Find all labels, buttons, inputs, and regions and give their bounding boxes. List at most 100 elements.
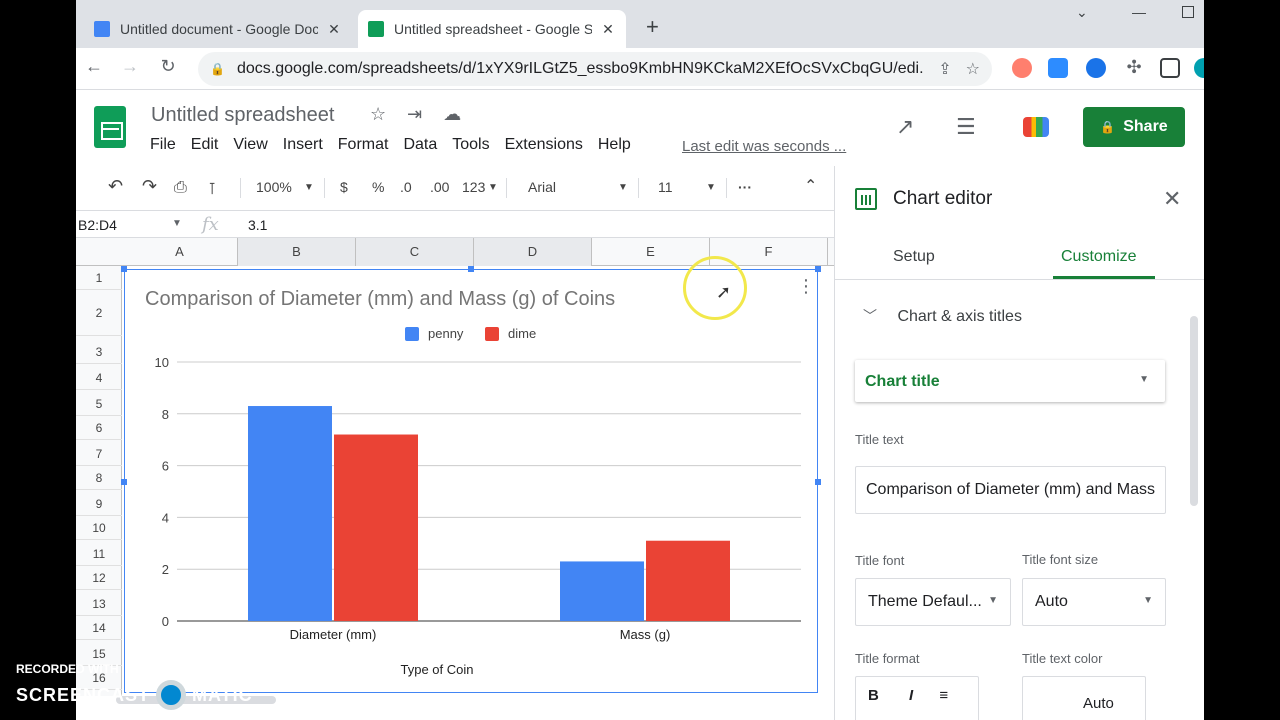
column-header[interactable]: A: [122, 238, 238, 266]
maximize-icon[interactable]: [1182, 6, 1194, 18]
close-icon[interactable]: ✕: [1163, 186, 1181, 212]
column-header[interactable]: D: [474, 238, 592, 266]
column-header[interactable]: B: [238, 238, 356, 266]
puzzle-icon[interactable]: ✣: [1122, 57, 1146, 78]
bold-button[interactable]: B: [868, 687, 879, 704]
close-icon[interactable]: ✕: [600, 21, 616, 38]
new-tab-icon[interactable]: +: [646, 14, 659, 40]
minimize-icon[interactable]: —: [1132, 4, 1146, 20]
screencast-logo-icon: [156, 680, 187, 710]
row-header[interactable]: 9: [76, 492, 122, 516]
zoom-select[interactable]: 100%: [256, 179, 292, 195]
docs-favicon-icon: [94, 21, 110, 37]
move-folder-icon[interactable]: ⇥: [407, 104, 422, 124]
row-header[interactable]: 11: [76, 542, 122, 566]
collapse-chevron-icon[interactable]: ⌃: [804, 176, 817, 196]
title-text-input[interactable]: Comparison of Diameter (mm) and Mass: [855, 466, 1166, 514]
undo-icon[interactable]: ↶: [108, 176, 123, 197]
star-icon[interactable]: ☆: [370, 104, 386, 124]
lock-icon: 🔒: [1100, 120, 1116, 134]
menu-view[interactable]: View: [233, 136, 267, 154]
title-font-size-select[interactable]: Auto ▼: [1022, 578, 1166, 626]
embedded-chart[interactable]: Comparison of Diameter (mm) and Mass (g)…: [121, 266, 821, 693]
row-header[interactable]: 12: [76, 566, 122, 590]
doc-title[interactable]: Untitled spreadsheet: [151, 104, 334, 127]
row-header[interactable]: 2: [76, 290, 122, 336]
name-box[interactable]: B2:D4: [78, 217, 117, 233]
cloud-status-icon[interactable]: ☁: [443, 104, 461, 124]
lock-icon: 🔒: [210, 62, 225, 76]
row-header[interactable]: 8: [76, 466, 122, 490]
y-tick-label: 10: [155, 355, 169, 370]
percent-button[interactable]: %: [372, 179, 384, 195]
decrease-decimal-button[interactable]: .0: [400, 179, 412, 195]
zoom-extension-icon[interactable]: [1048, 58, 1068, 78]
menu-file[interactable]: File: [150, 136, 176, 154]
caret-down-icon: ▼: [1139, 374, 1149, 385]
trend-icon[interactable]: ↗: [896, 114, 914, 140]
row-header[interactable]: 7: [76, 442, 122, 466]
extension-icon[interactable]: [1012, 58, 1032, 78]
bookmark-star-icon[interactable]: ☆: [966, 59, 980, 79]
row-header[interactable]: 13: [76, 592, 122, 616]
share-button[interactable]: 🔒 Share: [1083, 107, 1185, 147]
italic-button[interactable]: I: [909, 687, 913, 704]
menu-format[interactable]: Format: [338, 136, 389, 154]
caret-down-icon[interactable]: ▼: [172, 218, 182, 229]
editor-scrollbar[interactable]: [1190, 316, 1198, 506]
meet-button[interactable]: [1006, 108, 1066, 146]
menu-edit[interactable]: Edit: [191, 136, 219, 154]
row-header[interactable]: 14: [76, 616, 122, 640]
row-header[interactable]: 5: [76, 392, 122, 416]
tab-sheets[interactable]: Untitled spreadsheet - Google Sl ✕: [358, 10, 626, 48]
close-icon[interactable]: ✕: [326, 21, 342, 38]
row-header[interactable]: 1: [76, 266, 122, 290]
sheets-logo-icon[interactable]: [94, 106, 126, 148]
row-header[interactable]: 6: [76, 416, 122, 440]
increase-decimal-button[interactable]: .00: [430, 179, 449, 195]
caret-down-icon: ▼: [988, 595, 998, 606]
comment-icon[interactable]: ☰: [956, 114, 976, 140]
title-type-dropdown[interactable]: Chart title ▼: [855, 360, 1165, 402]
font-select[interactable]: Arial: [528, 179, 556, 195]
menu-extensions[interactable]: Extensions: [505, 136, 583, 154]
tab-docs[interactable]: Untitled document - Google Doc ✕: [84, 10, 352, 48]
format-toolbar: ↶ ↷ ⎙ ⊺ 100% ▼ $ % .0 .00 123 ▼ Arial ▼ …: [76, 170, 834, 206]
menu-tools[interactable]: Tools: [452, 136, 489, 154]
reload-icon[interactable]: ↻: [156, 56, 180, 77]
row-header[interactable]: 10: [76, 516, 122, 540]
column-header[interactable]: C: [356, 238, 474, 266]
last-edit-link[interactable]: Last edit was seconds ...: [682, 138, 846, 155]
chart-icon: [855, 188, 877, 210]
forward-icon[interactable]: →: [118, 56, 142, 77]
y-tick-label: 6: [162, 459, 169, 474]
row-header[interactable]: 3: [76, 340, 122, 364]
paint-format-icon[interactable]: ⊺: [208, 179, 216, 199]
font-size-select[interactable]: 11: [658, 179, 673, 195]
more-formats-button[interactable]: 123: [462, 179, 485, 195]
align-icon[interactable]: ≡: [939, 687, 948, 704]
share-page-icon[interactable]: ⇪: [938, 59, 951, 79]
more-options-icon[interactable]: ···: [738, 179, 752, 195]
menu-help[interactable]: Help: [598, 136, 631, 154]
formula-input[interactable]: 3.1: [248, 217, 267, 233]
back-icon[interactable]: ←: [82, 56, 106, 77]
currency-button[interactable]: $: [340, 179, 348, 195]
column-header[interactable]: E: [592, 238, 710, 266]
chevron-down-icon[interactable]: ⌄: [1076, 4, 1088, 21]
title-font-select[interactable]: Theme Defaul... ▼: [855, 578, 1011, 626]
section-chart-axis-titles[interactable]: ﹀ Chart & axis titles: [863, 306, 1022, 326]
print-icon[interactable]: ⎙: [174, 179, 187, 197]
menu-insert[interactable]: Insert: [283, 136, 323, 154]
row-header[interactable]: 4: [76, 366, 122, 390]
title-text-color-select[interactable]: Auto: [1022, 676, 1146, 720]
redo-icon[interactable]: ↷: [142, 176, 157, 197]
tab-setup[interactable]: Setup: [893, 248, 935, 266]
profile-avatar[interactable]: [1194, 58, 1204, 78]
url-bar[interactable]: 🔒 docs.google.com/spreadsheets/d/1xYX9rI…: [198, 52, 992, 86]
x-axis-title: Type of Coin: [401, 662, 474, 677]
extension-icon[interactable]: [1086, 58, 1106, 78]
menu-data[interactable]: Data: [403, 136, 437, 154]
tab-customize[interactable]: Customize: [1061, 248, 1137, 266]
side-panel-icon[interactable]: [1160, 58, 1180, 78]
